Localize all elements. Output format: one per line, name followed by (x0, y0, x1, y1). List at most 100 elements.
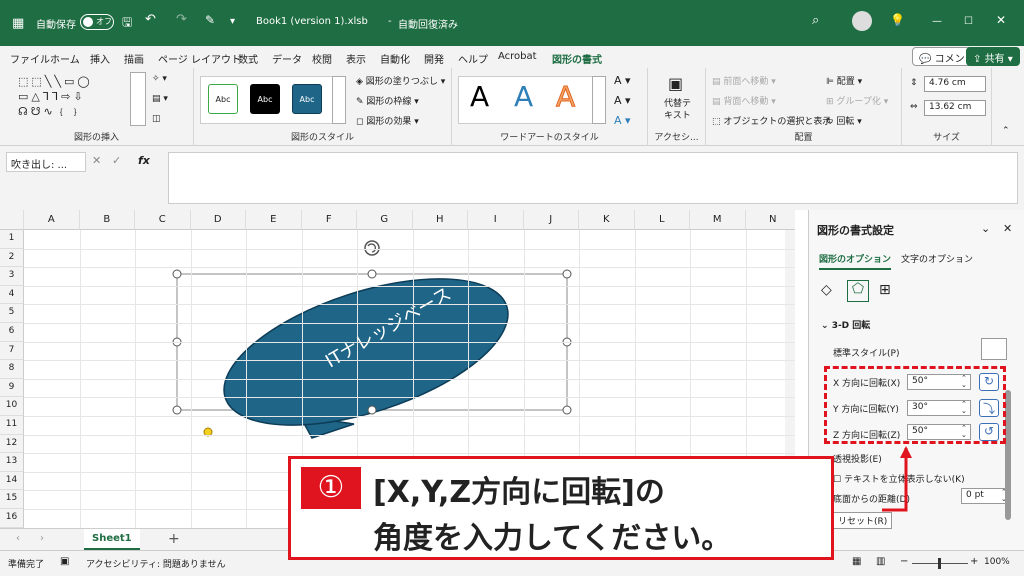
format-painter-icon[interactable]: ✎ (205, 13, 215, 27)
distance-input[interactable]: 0 pt (961, 488, 1011, 504)
tab-home[interactable]: ホーム (50, 51, 80, 66)
tab-help[interactable]: ヘルプ (458, 51, 488, 66)
tab-shape-options[interactable]: 図形のオプション (819, 252, 892, 270)
instruction-callout: ① [X,Y,Z方向に回転]の 角度を入力してください。 (288, 456, 834, 560)
normal-view-icon[interactable]: ▦ (852, 556, 861, 567)
tab-shape-format[interactable]: 図形の書式 (552, 51, 602, 71)
edit-shape-icon[interactable]: ✧ ▾ (152, 74, 167, 84)
accessibility-label: アクセシ... (654, 133, 699, 143)
tab-file[interactable]: ファイル (10, 51, 50, 66)
align-button[interactable]: ⊫ 配置 ▾ (826, 74, 862, 87)
tab-developer[interactable]: 開発 (424, 51, 444, 66)
pane-close-icon[interactable]: ✕ (1003, 222, 1012, 235)
size-properties-icon[interactable]: ⊞ (879, 282, 891, 298)
close-icon[interactable]: ✕ (996, 13, 1006, 27)
alt-text-icon[interactable]: ▣ (668, 74, 683, 93)
preset-label: 標準スタイル(P) (833, 349, 900, 359)
style-gallery-scroll[interactable] (332, 76, 346, 124)
macro-icon[interactable]: ▣ (60, 556, 69, 567)
autosave-label: 自動保存 (36, 20, 76, 31)
section-3d-rotation[interactable]: ⌄ 3-D 回転 (821, 318, 870, 331)
tab-draw[interactable]: 描画 (124, 51, 144, 66)
prev-sheet-icon[interactable]: ‹ (16, 533, 20, 544)
selection-pane-button[interactable]: ⬚ オブジェクトの選択と表示 (712, 114, 831, 127)
minimize-icon[interactable]: — (932, 16, 942, 27)
name-box[interactable]: 吹き出し: ... (6, 152, 86, 172)
resize-handle[interactable] (172, 405, 182, 415)
undo-icon[interactable]: ↶ (145, 12, 156, 27)
tab-insert[interactable]: 挿入 (90, 51, 110, 66)
qat-customize-icon[interactable]: ▾ (230, 16, 235, 27)
zoom-level[interactable]: 100% (984, 557, 1010, 567)
preset-dropdown[interactable] (981, 338, 1007, 360)
resize-handle[interactable] (562, 405, 572, 415)
collapse-ribbon-icon[interactable]: ⌃ (1002, 126, 1010, 136)
avatar[interactable] (852, 11, 872, 31)
tab-automate[interactable]: 自動化 (380, 51, 410, 66)
pane-options-icon[interactable]: ⌄ (981, 222, 990, 235)
search-icon[interactable]: ⌕ (812, 13, 819, 28)
send-backward-button[interactable]: ▤ 背面へ移動 ▾ (712, 94, 776, 107)
group-button[interactable]: ⊞ グループ化 ▾ (826, 94, 888, 107)
shape-style-label: 図形のスタイル (290, 133, 354, 143)
tab-page-layout[interactable]: ページ レイアウト (158, 51, 241, 66)
shape-fill-button[interactable]: ◈ 図形の塗りつぶし ▾ (356, 74, 445, 87)
arrange-group: ▤ 前面へ移動 ▾ ▤ 背面へ移動 ▾ ⬚ オブジェクトの選択と表示 ⊫ 配置 … (706, 68, 902, 146)
shape-outline-button[interactable]: ✎ 図形の枠線 ▾ (356, 94, 419, 107)
grid-line (24, 416, 795, 417)
next-sheet-icon[interactable]: › (40, 533, 44, 544)
text-box-icon[interactable]: ▤ ▾ (152, 94, 168, 104)
cancel-icon[interactable]: ✕ (92, 154, 101, 167)
highlight-rotation-fields (824, 366, 1006, 444)
formula-bar-area: 吹き出し: ... ✕ ✓ fx (0, 146, 1024, 210)
tab-acrobat[interactable]: Acrobat (498, 51, 537, 62)
save-icon[interactable]: 🖫 (122, 13, 132, 34)
insert-function-icon[interactable]: fx (138, 154, 150, 167)
alt-text-label-2[interactable]: キスト (664, 108, 691, 121)
shape-gallery-scroll[interactable] (130, 72, 146, 126)
maximize-icon[interactable]: ☐ (964, 16, 973, 27)
tab-data[interactable]: データ (272, 51, 302, 66)
effects-icon[interactable]: ⬠ (847, 280, 869, 302)
fill-line-icon[interactable]: ◇ (821, 282, 832, 298)
zoom-slider-thumb[interactable] (938, 558, 941, 569)
zoom-in-icon[interactable]: + (970, 556, 978, 567)
bring-forward-button[interactable]: ▤ 前面へ移動 ▾ (712, 74, 776, 87)
wordart-gallery-scroll[interactable] (592, 76, 606, 124)
text-effects-icon[interactable]: A ▾ (614, 114, 631, 127)
sheet-tab-sheet1[interactable]: Sheet1 (84, 529, 140, 550)
merge-shapes-icon[interactable]: ◫ (152, 114, 161, 124)
zoom-out-icon[interactable]: − (900, 556, 908, 567)
text-outline-icon[interactable]: A ▾ (614, 94, 631, 107)
formula-input[interactable] (168, 152, 1018, 204)
shape-gallery[interactable]: ⬚⬚╲╲▭◯ ▭△⅂⅂⇨⇩ ☊☋∿﹛﹜ (18, 74, 128, 119)
lightbulb-icon[interactable]: 💡 (890, 13, 905, 27)
resize-handle[interactable] (172, 269, 182, 279)
shape-style-2[interactable]: Abc (250, 84, 280, 114)
tab-formulas[interactable]: 数式 (238, 51, 258, 66)
wordart-style-3[interactable]: A (555, 80, 575, 114)
wordart-style-1[interactable]: A (470, 80, 489, 113)
text-fill-icon[interactable]: A ▾ (614, 74, 631, 87)
shape-style-1[interactable]: Abc (208, 84, 238, 114)
shape-style-3[interactable]: Abc (292, 84, 322, 114)
shape-width-input[interactable]: 13.62 cm (924, 100, 986, 116)
tab-view[interactable]: 表示 (346, 51, 366, 66)
enter-icon[interactable]: ✓ (112, 154, 121, 167)
autosave-toggle[interactable]: オフ (80, 14, 114, 30)
share-button[interactable]: ⇪ 共有 ▾ (966, 47, 1020, 66)
tab-text-options[interactable]: 文字のオプション (901, 252, 973, 265)
tab-review[interactable]: 校閲 (312, 51, 332, 66)
resize-handle[interactable] (562, 269, 572, 279)
shape-height-input[interactable]: 4.76 cm (924, 76, 986, 92)
resize-handle[interactable] (367, 269, 377, 279)
wordart-style-2[interactable]: A (514, 80, 533, 113)
page-layout-icon[interactable]: ▥ (876, 556, 885, 567)
shape-effects-button[interactable]: ◻ 図形の効果 ▾ (356, 114, 419, 127)
resize-handle[interactable] (367, 405, 377, 415)
accessibility-status[interactable]: アクセシビリティ: 問題ありません (86, 557, 226, 570)
rotate-button[interactable]: ↻ 回転 ▾ (826, 114, 862, 127)
redo-icon[interactable]: ↷ (176, 12, 187, 27)
add-sheet-icon[interactable]: + (168, 531, 180, 547)
arrange-label: 配置 (794, 133, 813, 143)
